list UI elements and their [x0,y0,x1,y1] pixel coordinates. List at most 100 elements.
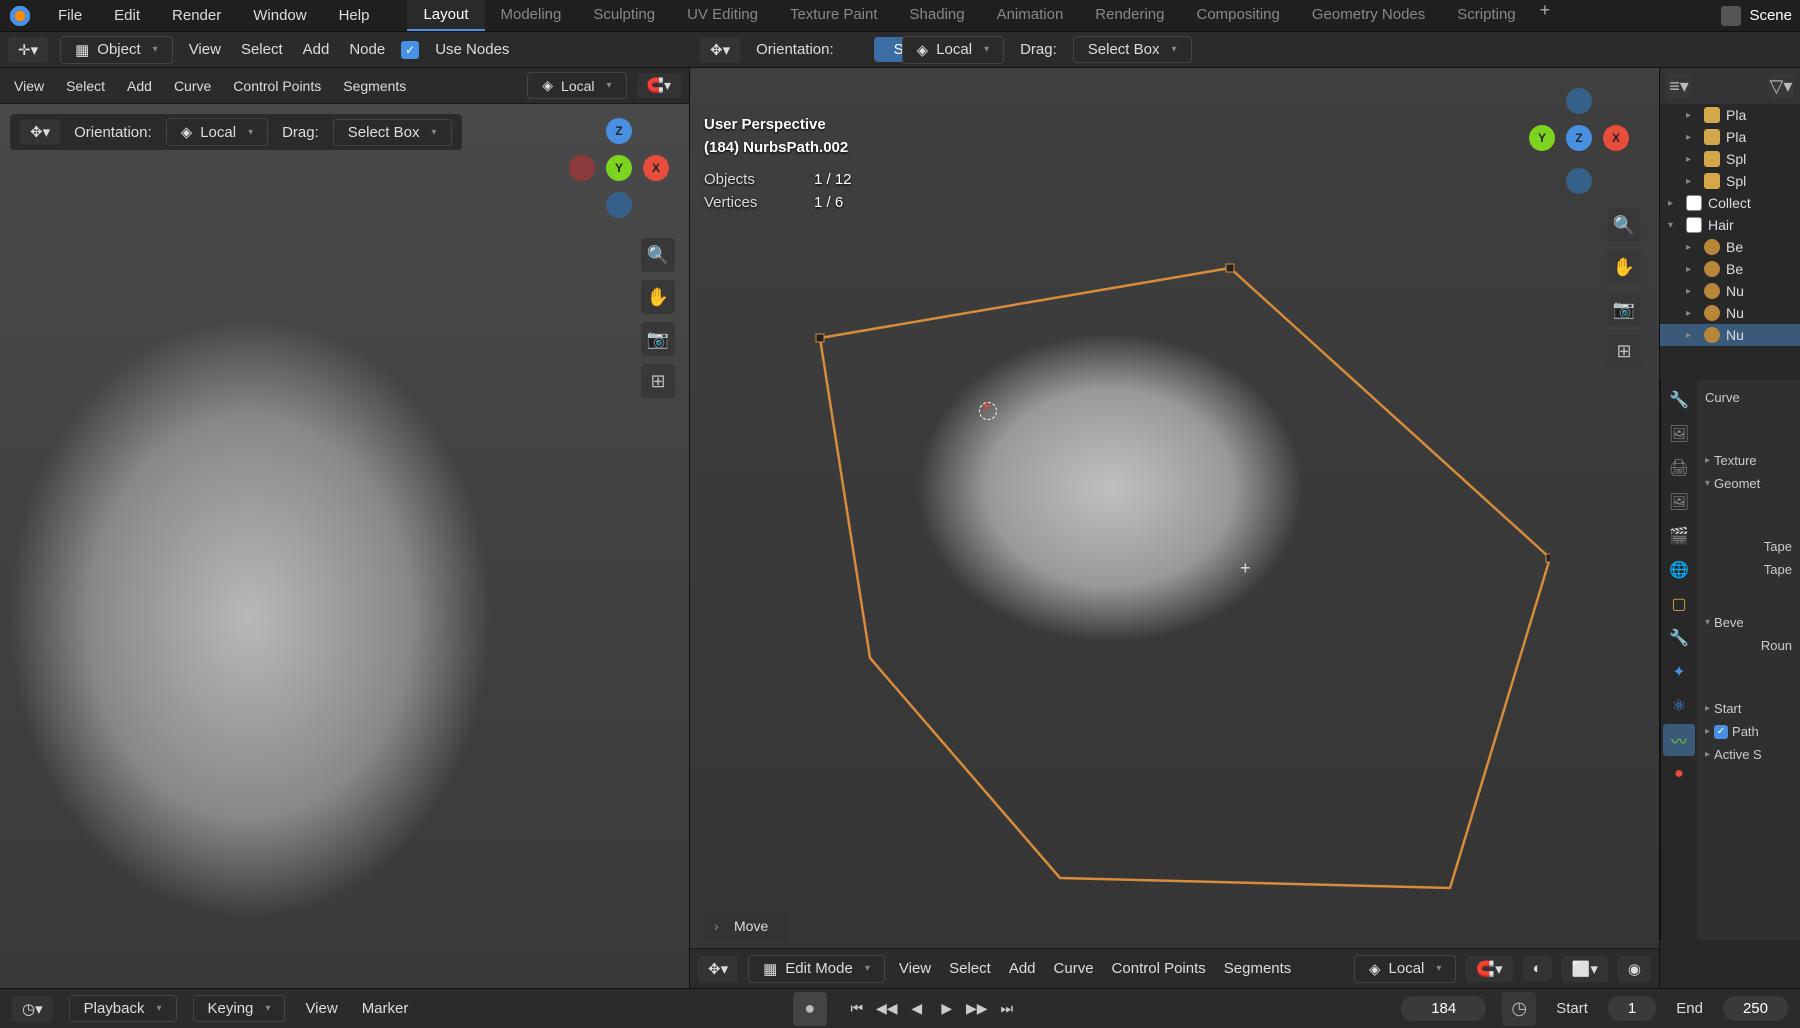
gizmo-x[interactable]: X [1603,125,1629,151]
outliner-item[interactable]: ▸Spl [1660,170,1800,192]
prop-tab-world-icon[interactable]: 🌐 [1663,554,1695,586]
workspace-tab-uv-editing[interactable]: UV Editing [671,0,774,31]
path-anim-panel[interactable]: ▸✓Path [1703,720,1794,743]
outliner-filter-icon[interactable]: ▽▾ [1768,73,1794,99]
workspace-tab-shading[interactable]: Shading [894,0,981,31]
scene-selector[interactable]: Scene [1721,6,1792,26]
prop-tab-particle-icon[interactable]: ✦ [1663,656,1695,688]
rvp-transform-icon[interactable]: ✥▾ [698,956,738,982]
lvp-add[interactable]: Add [121,76,158,96]
lvp-select[interactable]: Select [60,76,111,96]
outliner-item[interactable]: ▸Pla [1660,104,1800,126]
add-workspace-button[interactable]: + [1532,0,1559,31]
rvp-snap-icon[interactable]: 🧲▾ [1466,956,1512,982]
use-nodes-checkbox[interactable]: ✓ [401,41,419,59]
next-keyframe-icon[interactable]: ▶▶ [963,995,991,1023]
play-icon[interactable]: ▶ [933,995,961,1023]
prop-tab-object-icon[interactable]: ▢ [1663,588,1695,620]
zoom-tool-icon[interactable]: 🔍 [641,238,675,272]
header-node[interactable]: Node [345,41,389,58]
workspace-tab-layout[interactable]: Layout [407,0,484,31]
taper-1-field[interactable]: Tape [1703,535,1794,558]
gizmo-neg-x[interactable] [569,155,595,181]
transform-tool-icon[interactable]: ✥▾ [700,37,740,63]
outliner-item[interactable]: ▸Pla [1660,126,1800,148]
start-frame-field[interactable]: 1 [1608,996,1656,1021]
prop-tab-material-icon[interactable]: ● [1663,758,1695,790]
pan-tool-icon[interactable]: ✋ [641,280,675,314]
expand-icon[interactable]: ▸ [1686,264,1698,275]
lvp-drag-dd[interactable]: Select Box [333,119,452,146]
workspace-tab-scripting[interactable]: Scripting [1441,0,1531,31]
geometry-panel[interactable]: ▾Geomet [1703,472,1794,495]
lvp-orientation[interactable]: ◈ Local [527,72,626,99]
prop-tab-curve-data-icon[interactable]: 〰 [1663,724,1695,756]
gizmo-x-axis[interactable]: X [643,155,669,181]
rvp-add[interactable]: Add [1005,960,1040,977]
rvp-mode-dropdown[interactable]: ▦ Edit Mode [748,955,885,983]
gizmo-z[interactable]: Z [1566,125,1592,151]
prop-tab-scene-icon[interactable]: 🎬 [1663,520,1695,552]
menu-window[interactable]: Window [239,3,320,28]
workspace-tab-compositing[interactable]: Compositing [1181,0,1296,31]
lvp-control-points[interactable]: Control Points [227,76,327,96]
taper-2-field[interactable]: Tape [1703,558,1794,581]
outliner-display-mode-icon[interactable]: ≡▾ [1666,73,1692,99]
gizmo-nz-top[interactable] [1566,88,1592,114]
workspace-tab-modeling[interactable]: Modeling [485,0,578,31]
workspace-tab-geometry-nodes[interactable]: Geometry Nodes [1296,0,1441,31]
path-checkbox[interactable]: ✓ [1714,725,1728,739]
nav-gizmo-left[interactable]: Z Y X [569,118,669,218]
prop-tab-tool-icon[interactable]: 🔧 [1663,384,1695,416]
prop-tab-modifier-icon[interactable]: 🔧 [1663,622,1695,654]
rvp-curve[interactable]: Curve [1050,960,1098,977]
outliner-item[interactable]: ▸Collect [1660,192,1800,214]
expand-icon[interactable]: ▸ [1686,330,1698,341]
prop-tab-render-icon[interactable]: 🖼 [1663,418,1695,450]
gizmo-y-axis[interactable]: Y [606,155,632,181]
lvp-curve[interactable]: Curve [168,76,217,96]
pan-tool-icon[interactable]: ✋ [1607,250,1641,284]
drag-dropdown-2[interactable]: Select Box [1073,36,1192,63]
expand-icon[interactable]: ▸ [1668,198,1680,209]
menu-edit[interactable]: Edit [100,3,154,28]
auto-key-icon[interactable]: ● [793,992,827,1026]
rvp-view[interactable]: View [895,960,935,977]
rvp-prop-edit-icon[interactable]: ◐ [1523,956,1552,981]
outliner-item[interactable]: ▾Hair [1660,214,1800,236]
header-view[interactable]: View [185,41,225,58]
prop-tab-view-layer-icon[interactable]: 🖼 [1663,486,1695,518]
expand-icon[interactable]: ▸ [1686,308,1698,319]
gizmo-nz-bot[interactable] [1566,168,1592,194]
lvp-transform-icon[interactable]: ✥▾ [20,119,60,145]
perspective-toggle-icon[interactable]: ⊞ [1607,334,1641,368]
bevel-round-field[interactable]: Roun [1703,634,1794,657]
rvp-overlay-icon[interactable]: ◉ [1618,956,1651,982]
expand-icon[interactable]: ▸ [1686,132,1698,143]
perspective-toggle-icon[interactable]: ⊞ [641,364,675,398]
texture-space-panel[interactable]: ▸Texture [1703,449,1794,472]
gizmo-z-axis[interactable]: Z [606,118,632,144]
left-viewport[interactable]: View Select Add Curve Control Points Seg… [0,68,690,988]
jump-start-icon[interactable]: ⏮ [843,995,871,1023]
outliner-item[interactable]: ▸Be [1660,236,1800,258]
outliner-item[interactable]: ▸Spl [1660,148,1800,170]
timeline-editor-icon[interactable]: ◷▾ [12,996,53,1022]
nav-gizmo-right[interactable]: Z Y X [1529,88,1629,188]
workspace-tab-rendering[interactable]: Rendering [1079,0,1180,31]
rvp-shading-icon[interactable]: ⬜▾ [1562,956,1608,982]
timeline-marker[interactable]: Marker [358,1000,413,1017]
right-viewport[interactable]: User Perspective (184) NurbsPath.002 Obj… [690,68,1660,988]
timeline-clock-icon[interactable]: ◷ [1502,992,1536,1026]
camera-view-icon[interactable]: 📷 [1607,292,1641,326]
bevel-panel[interactable]: ▾Beve [1703,611,1794,634]
expand-icon[interactable]: ▸ [1686,176,1698,187]
mode-dropdown[interactable]: ▦ Object [60,36,173,64]
play-reverse-icon[interactable]: ◀ [903,995,931,1023]
header-add[interactable]: Add [299,41,334,58]
lvp-view[interactable]: View [8,76,50,96]
prev-keyframe-icon[interactable]: ◀◀ [873,995,901,1023]
jump-end-icon[interactable]: ⏭ [993,995,1021,1023]
prop-tab-physics-icon[interactable]: ⚛ [1663,690,1695,722]
current-frame-field[interactable]: 184 [1401,996,1486,1021]
